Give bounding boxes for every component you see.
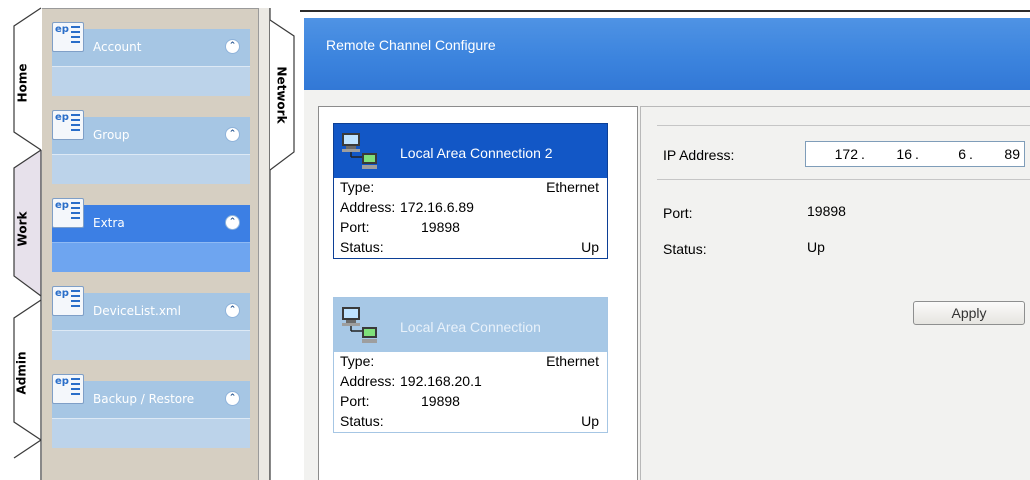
tab-admin[interactable]: Admin xyxy=(4,330,40,416)
ip-octet-3[interactable]: 6 xyxy=(922,146,966,162)
collapse-chevron-icon[interactable]: ⌃ xyxy=(225,391,240,406)
collapse-chevron-icon[interactable]: ⌃ xyxy=(225,215,240,230)
ip-octet-2[interactable]: 16 xyxy=(868,146,912,162)
network-connection-icon xyxy=(342,133,377,169)
divider xyxy=(657,125,1030,126)
collapse-chevron-icon[interactable]: ⌃ xyxy=(225,127,240,142)
connection-type-row: Type: Ethernet xyxy=(340,179,599,195)
nav-group-header[interactable]: ep Group ⌃ xyxy=(52,110,250,154)
connection-status-row: Status: Up xyxy=(340,239,599,255)
connection-address-row: Address: 192.168.20.1 xyxy=(340,373,482,389)
connection-status-row: Status: Up xyxy=(340,413,599,429)
port-value: 19898 xyxy=(807,203,846,219)
ep-app-icon: ep xyxy=(52,374,84,404)
top-border xyxy=(300,10,1030,12)
nav-group-body xyxy=(52,66,250,96)
connection-detail-panel: IP Address: 172. 16. 6. 89 Port: 19898 S… xyxy=(640,106,1030,480)
tab-admin-label: Admin xyxy=(15,351,30,395)
apply-button[interactable]: Apply xyxy=(913,301,1025,325)
nav-group-header[interactable]: ep DeviceList.xml ⌃ xyxy=(52,286,250,330)
nav-group-label: Group xyxy=(93,128,130,142)
connection-port-row: Port: 19898 xyxy=(340,219,460,235)
nav-panel: ep Account ⌃ ep Group ⌃ ep Extra ⌃ ep De… xyxy=(42,8,258,480)
nav-group-devicelist[interactable]: ep DeviceList.xml ⌃ xyxy=(52,286,250,360)
connection-port-row: Port: 19898 xyxy=(340,393,460,409)
connection-header[interactable]: Local Area Connection 2 xyxy=(334,124,607,178)
tab-home-label: Home xyxy=(15,63,29,103)
ip-octet-1[interactable]: 172 xyxy=(814,146,858,162)
connection-list: Local Area Connection 2 Type: Ethernet Ad… xyxy=(318,106,638,480)
nav-group-label: Backup / Restore xyxy=(93,392,195,406)
ep-app-icon: ep xyxy=(52,286,84,316)
connection-card[interactable]: Local Area Connection 2 Type: Ethernet Ad… xyxy=(333,123,608,259)
nav-group-backup-restore[interactable]: ep Backup / Restore ⌃ xyxy=(52,374,250,448)
ep-app-icon: ep xyxy=(52,198,84,228)
connection-name: Local Area Connection xyxy=(400,319,541,335)
nav-group-account[interactable]: ep Account ⌃ xyxy=(52,22,250,96)
connection-type-row: Type: Ethernet xyxy=(340,353,599,369)
main-content: Local Area Connection 2 Type: Ethernet Ad… xyxy=(304,90,1030,480)
tab-home[interactable]: Home xyxy=(4,40,40,126)
collapse-chevron-icon[interactable]: ⌃ xyxy=(225,39,240,54)
tab-work[interactable]: Work xyxy=(4,186,40,272)
ip-separator: . xyxy=(969,146,973,162)
nav-group-body xyxy=(52,242,250,272)
ip-address-label: IP Address: xyxy=(663,147,735,163)
ip-octet-4[interactable]: 89 xyxy=(976,146,1020,162)
nav-group-extra[interactable]: ep Extra ⌃ xyxy=(52,198,250,272)
page-banner: Remote Channel Configure xyxy=(304,18,1030,90)
connection-name: Local Area Connection 2 xyxy=(400,145,553,161)
ip-separator: . xyxy=(915,146,919,162)
nav-group-group[interactable]: ep Group ⌃ xyxy=(52,110,250,184)
tab-network[interactable]: Network xyxy=(268,8,304,480)
nav-group-header[interactable]: ep Backup / Restore ⌃ xyxy=(52,374,250,418)
status-value: Up xyxy=(807,239,825,255)
collapse-chevron-icon[interactable]: ⌃ xyxy=(225,303,240,318)
tab-network-label: Network xyxy=(275,66,289,124)
ip-address-input[interactable]: 172. 16. 6. 89 xyxy=(805,141,1025,167)
connection-card[interactable]: Local Area Connection Type: Ethernet Addr… xyxy=(333,297,608,433)
nav-group-body xyxy=(52,154,250,184)
nav-group-body xyxy=(52,330,250,360)
vertical-tab-strip: Home Work Admin xyxy=(0,0,42,480)
ip-separator: . xyxy=(861,146,865,162)
tab-network-label-wrap: Network xyxy=(270,40,294,150)
nav-group-label: Account xyxy=(93,40,142,54)
nav-group-body xyxy=(52,418,250,448)
nav-group-label: DeviceList.xml xyxy=(93,304,181,318)
status-label: Status: xyxy=(663,241,707,257)
network-connection-icon xyxy=(342,307,377,343)
port-label: Port: xyxy=(663,205,693,221)
ep-app-icon: ep xyxy=(52,110,84,140)
nav-group-label: Extra xyxy=(93,216,125,230)
connection-header[interactable]: Local Area Connection xyxy=(334,298,607,352)
nav-group-header[interactable]: ep Extra ⌃ xyxy=(52,198,250,242)
connection-address-row: Address: 172.16.6.89 xyxy=(340,199,474,215)
page-title: Remote Channel Configure xyxy=(326,37,496,53)
nav-group-header[interactable]: ep Account ⌃ xyxy=(52,22,250,66)
ep-app-icon: ep xyxy=(52,22,84,52)
divider xyxy=(657,179,1030,180)
tab-work-label: Work xyxy=(14,211,29,247)
